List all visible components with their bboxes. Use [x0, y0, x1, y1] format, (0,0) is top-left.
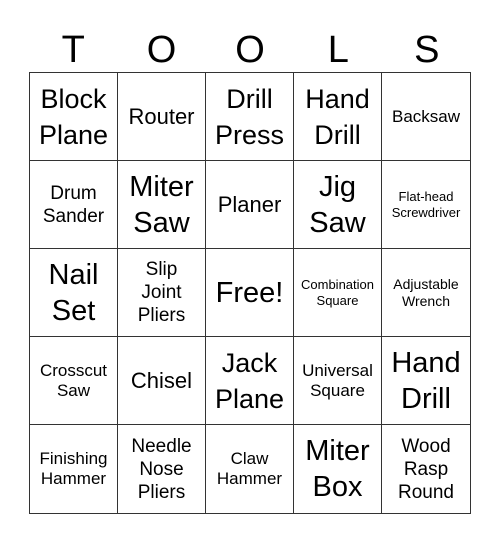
bingo-cell[interactable]: Slip Joint Pliers: [118, 249, 206, 337]
bingo-cell-label: Backsaw: [391, 106, 461, 126]
bingo-cell[interactable]: Finishing Hammer: [30, 425, 118, 513]
bingo-cell-label: Nail Set: [48, 258, 99, 327]
bingo-cell-label: Hand Drill: [305, 83, 370, 150]
bingo-cell[interactable]: Planer: [206, 161, 294, 249]
bingo-cell[interactable]: Crosscut Saw: [30, 337, 118, 425]
bingo-cell[interactable]: Combination Square: [294, 249, 382, 337]
bingo-cell-label: Combination Square: [301, 276, 374, 308]
header-letter: L: [327, 29, 349, 71]
bingo-cell-label: Wood Rasp Round: [398, 435, 454, 503]
bingo-cell[interactable]: Wood Rasp Round: [382, 425, 470, 513]
bingo-cell-label: Crosscut Saw: [39, 360, 108, 400]
bingo-cell-label: Slip Joint Pliers: [137, 259, 186, 326]
bingo-cell-label: Jig Saw: [309, 170, 366, 239]
bingo-cell[interactable]: Router: [118, 73, 206, 161]
bingo-cell-label: Finishing Hammer: [39, 449, 108, 488]
bingo-cell-label: Flat-head Screwdriver: [391, 188, 461, 220]
bingo-cell[interactable]: Drum Sander: [30, 161, 118, 249]
bingo-cell-label: Universal Square: [302, 360, 373, 400]
bingo-cell[interactable]: Hand Drill: [382, 337, 470, 425]
bingo-cell[interactable]: Drill Press: [206, 73, 294, 161]
bingo-cell[interactable]: Backsaw: [382, 73, 470, 161]
bingo-cell-label: Chisel: [130, 367, 193, 393]
bingo-cell[interactable]: Claw Hammer: [206, 425, 294, 513]
bingo-header: T O O L S: [29, 28, 471, 72]
bingo-cell-label: Adjustable Wrench: [393, 275, 459, 309]
bingo-cell[interactable]: Miter Box: [294, 425, 382, 513]
bingo-cell-label: Jack Plane: [214, 347, 285, 414]
bingo-cell[interactable]: Jig Saw: [294, 161, 382, 249]
bingo-cell-label: Drill Press: [214, 83, 285, 150]
header-letter: S: [414, 29, 440, 71]
bingo-cell[interactable]: Hand Drill: [294, 73, 382, 161]
bingo-cell-label: Miter Box: [305, 435, 370, 503]
bingo-free-space[interactable]: Free!: [206, 249, 294, 337]
bingo-cell[interactable]: Miter Saw: [118, 161, 206, 249]
bingo-cell-label: Claw Hammer: [216, 449, 283, 488]
bingo-cell[interactable]: Needle Nose Pliers: [118, 425, 206, 513]
bingo-cell[interactable]: Chisel: [118, 337, 206, 425]
header-letter: O: [235, 29, 265, 71]
bingo-cell-label: Drum Sander: [42, 182, 105, 227]
bingo-cell-label: Router: [128, 103, 195, 129]
bingo-cell-label: Planer: [217, 191, 282, 217]
bingo-cell[interactable]: Jack Plane: [206, 337, 294, 425]
bingo-cell[interactable]: Adjustable Wrench: [382, 249, 470, 337]
bingo-cell[interactable]: Nail Set: [30, 249, 118, 337]
bingo-card-grid: Block Plane Router Drill Press Hand Drill Backs…: [29, 72, 471, 514]
bingo-cell-label: Free!: [215, 276, 284, 309]
bingo-cell[interactable]: Flat-head Screwdriver: [382, 161, 470, 249]
header-letter: O: [146, 29, 177, 71]
bingo-cell[interactable]: Block Plane: [30, 73, 118, 161]
bingo-cell[interactable]: Universal Square: [294, 337, 382, 425]
header-letter: T: [61, 29, 85, 71]
bingo-cell-label: Block Plane: [38, 83, 109, 150]
bingo-cell-label: Miter Saw: [129, 170, 194, 239]
bingo-cell-label: Hand Drill: [391, 346, 461, 415]
bingo-cell-label: Needle Nose Pliers: [131, 435, 192, 503]
